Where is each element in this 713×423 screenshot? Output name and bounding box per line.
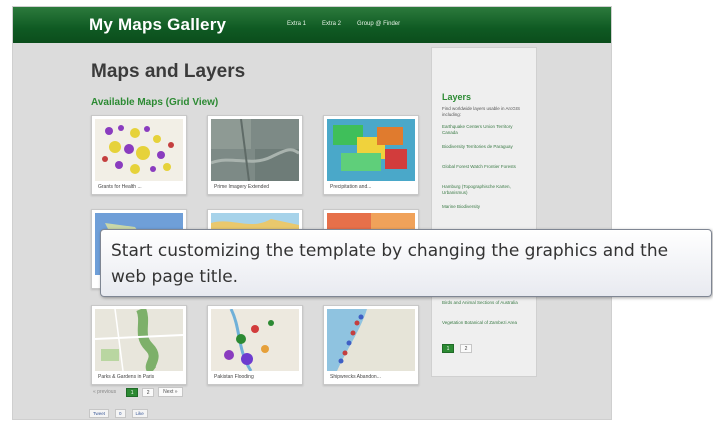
- social-bar: Tweet 0 Like: [89, 409, 148, 418]
- sidebar-intro: Find worldwide layers usable in ArcGIS i…: [442, 106, 521, 117]
- pager-next[interactable]: Next »: [158, 387, 183, 397]
- layers-sidebar: Layers Find worldwide layers usable in A…: [431, 47, 537, 377]
- like-button[interactable]: Like: [131, 409, 148, 418]
- page-title: Maps and Layers: [91, 61, 246, 82]
- nav-item-group-finder[interactable]: Group @ Finder: [357, 21, 400, 27]
- header-nav: Extra 1 Extra 2 Group @ Finder: [287, 21, 400, 27]
- sidebar-page-1[interactable]: 1: [442, 344, 454, 353]
- map-thumbnail: [211, 119, 299, 181]
- pager-page-1[interactable]: 1: [126, 387, 139, 397]
- nav-item-extra-1[interactable]: Extra 1: [287, 21, 306, 27]
- sidebar-link[interactable]: Birds and Animal Sections of Australia: [442, 300, 528, 306]
- header-bar: My Maps Gallery Extra 1 Extra 2 Group @ …: [13, 7, 611, 43]
- tweet-button[interactable]: Tweet: [89, 409, 110, 418]
- map-caption: Grants for Health ...: [98, 184, 142, 190]
- map-caption: Shipwrecks Abandon...: [330, 374, 381, 380]
- sidebar-page-2[interactable]: 2: [460, 344, 472, 353]
- map-thumbnail: [95, 309, 183, 371]
- map-caption: Parks & Gardens in Paris: [98, 374, 155, 380]
- map-tile[interactable]: Shipwrecks Abandon...: [323, 305, 419, 385]
- sidebar-pager: 1 2: [442, 344, 472, 353]
- map-tile[interactable]: Parks & Gardens in Paris: [91, 305, 187, 385]
- browser-frame: My Maps Gallery Extra 1 Extra 2 Group @ …: [12, 6, 612, 420]
- map-thumbnail: [95, 119, 183, 181]
- nav-item-extra-2[interactable]: Extra 2: [322, 21, 341, 27]
- gallery-pager: « previous 1 2 Next »: [93, 387, 183, 397]
- pager-page-2[interactable]: 2: [142, 387, 155, 397]
- map-tile[interactable]: Pakistan Flooding: [207, 305, 303, 385]
- map-thumbnail: [327, 309, 415, 371]
- sidebar-link[interactable]: Marine Biodiversity: [442, 204, 528, 210]
- sidebar-link[interactable]: Biodiversity Territories de Paraguay: [442, 144, 528, 150]
- sidebar-link[interactable]: Global Forest Watch Frontier Forests: [442, 164, 528, 170]
- map-tile[interactable]: Precipitation and...: [323, 115, 419, 195]
- sidebar-link[interactable]: Hamburg (Topographische Karten, Urbanism…: [442, 184, 528, 196]
- sidebar-link[interactable]: Earthquake Centers Union Territory Canad…: [442, 124, 528, 136]
- map-tile[interactable]: Grants for Health ...: [91, 115, 187, 195]
- map-tile[interactable]: Prime Imagery Extended: [207, 115, 303, 195]
- sidebar-link[interactable]: Vegetation Botanical of Zambezi Area: [442, 320, 528, 326]
- tooltip-callout: Start customizing the template by changi…: [100, 229, 712, 297]
- map-caption: Pakistan Flooding: [214, 374, 254, 380]
- app-title[interactable]: My Maps Gallery: [89, 15, 226, 35]
- map-caption: Precipitation and...: [330, 184, 372, 190]
- map-thumbnail: [327, 119, 415, 181]
- pager-previous[interactable]: « previous: [93, 389, 116, 395]
- tweet-count: 0: [115, 409, 126, 418]
- map-thumbnail: [211, 309, 299, 371]
- sidebar-title: Layers: [442, 92, 472, 102]
- map-caption: Prime Imagery Extended: [214, 184, 270, 190]
- section-title: Available Maps (Grid View): [91, 97, 219, 108]
